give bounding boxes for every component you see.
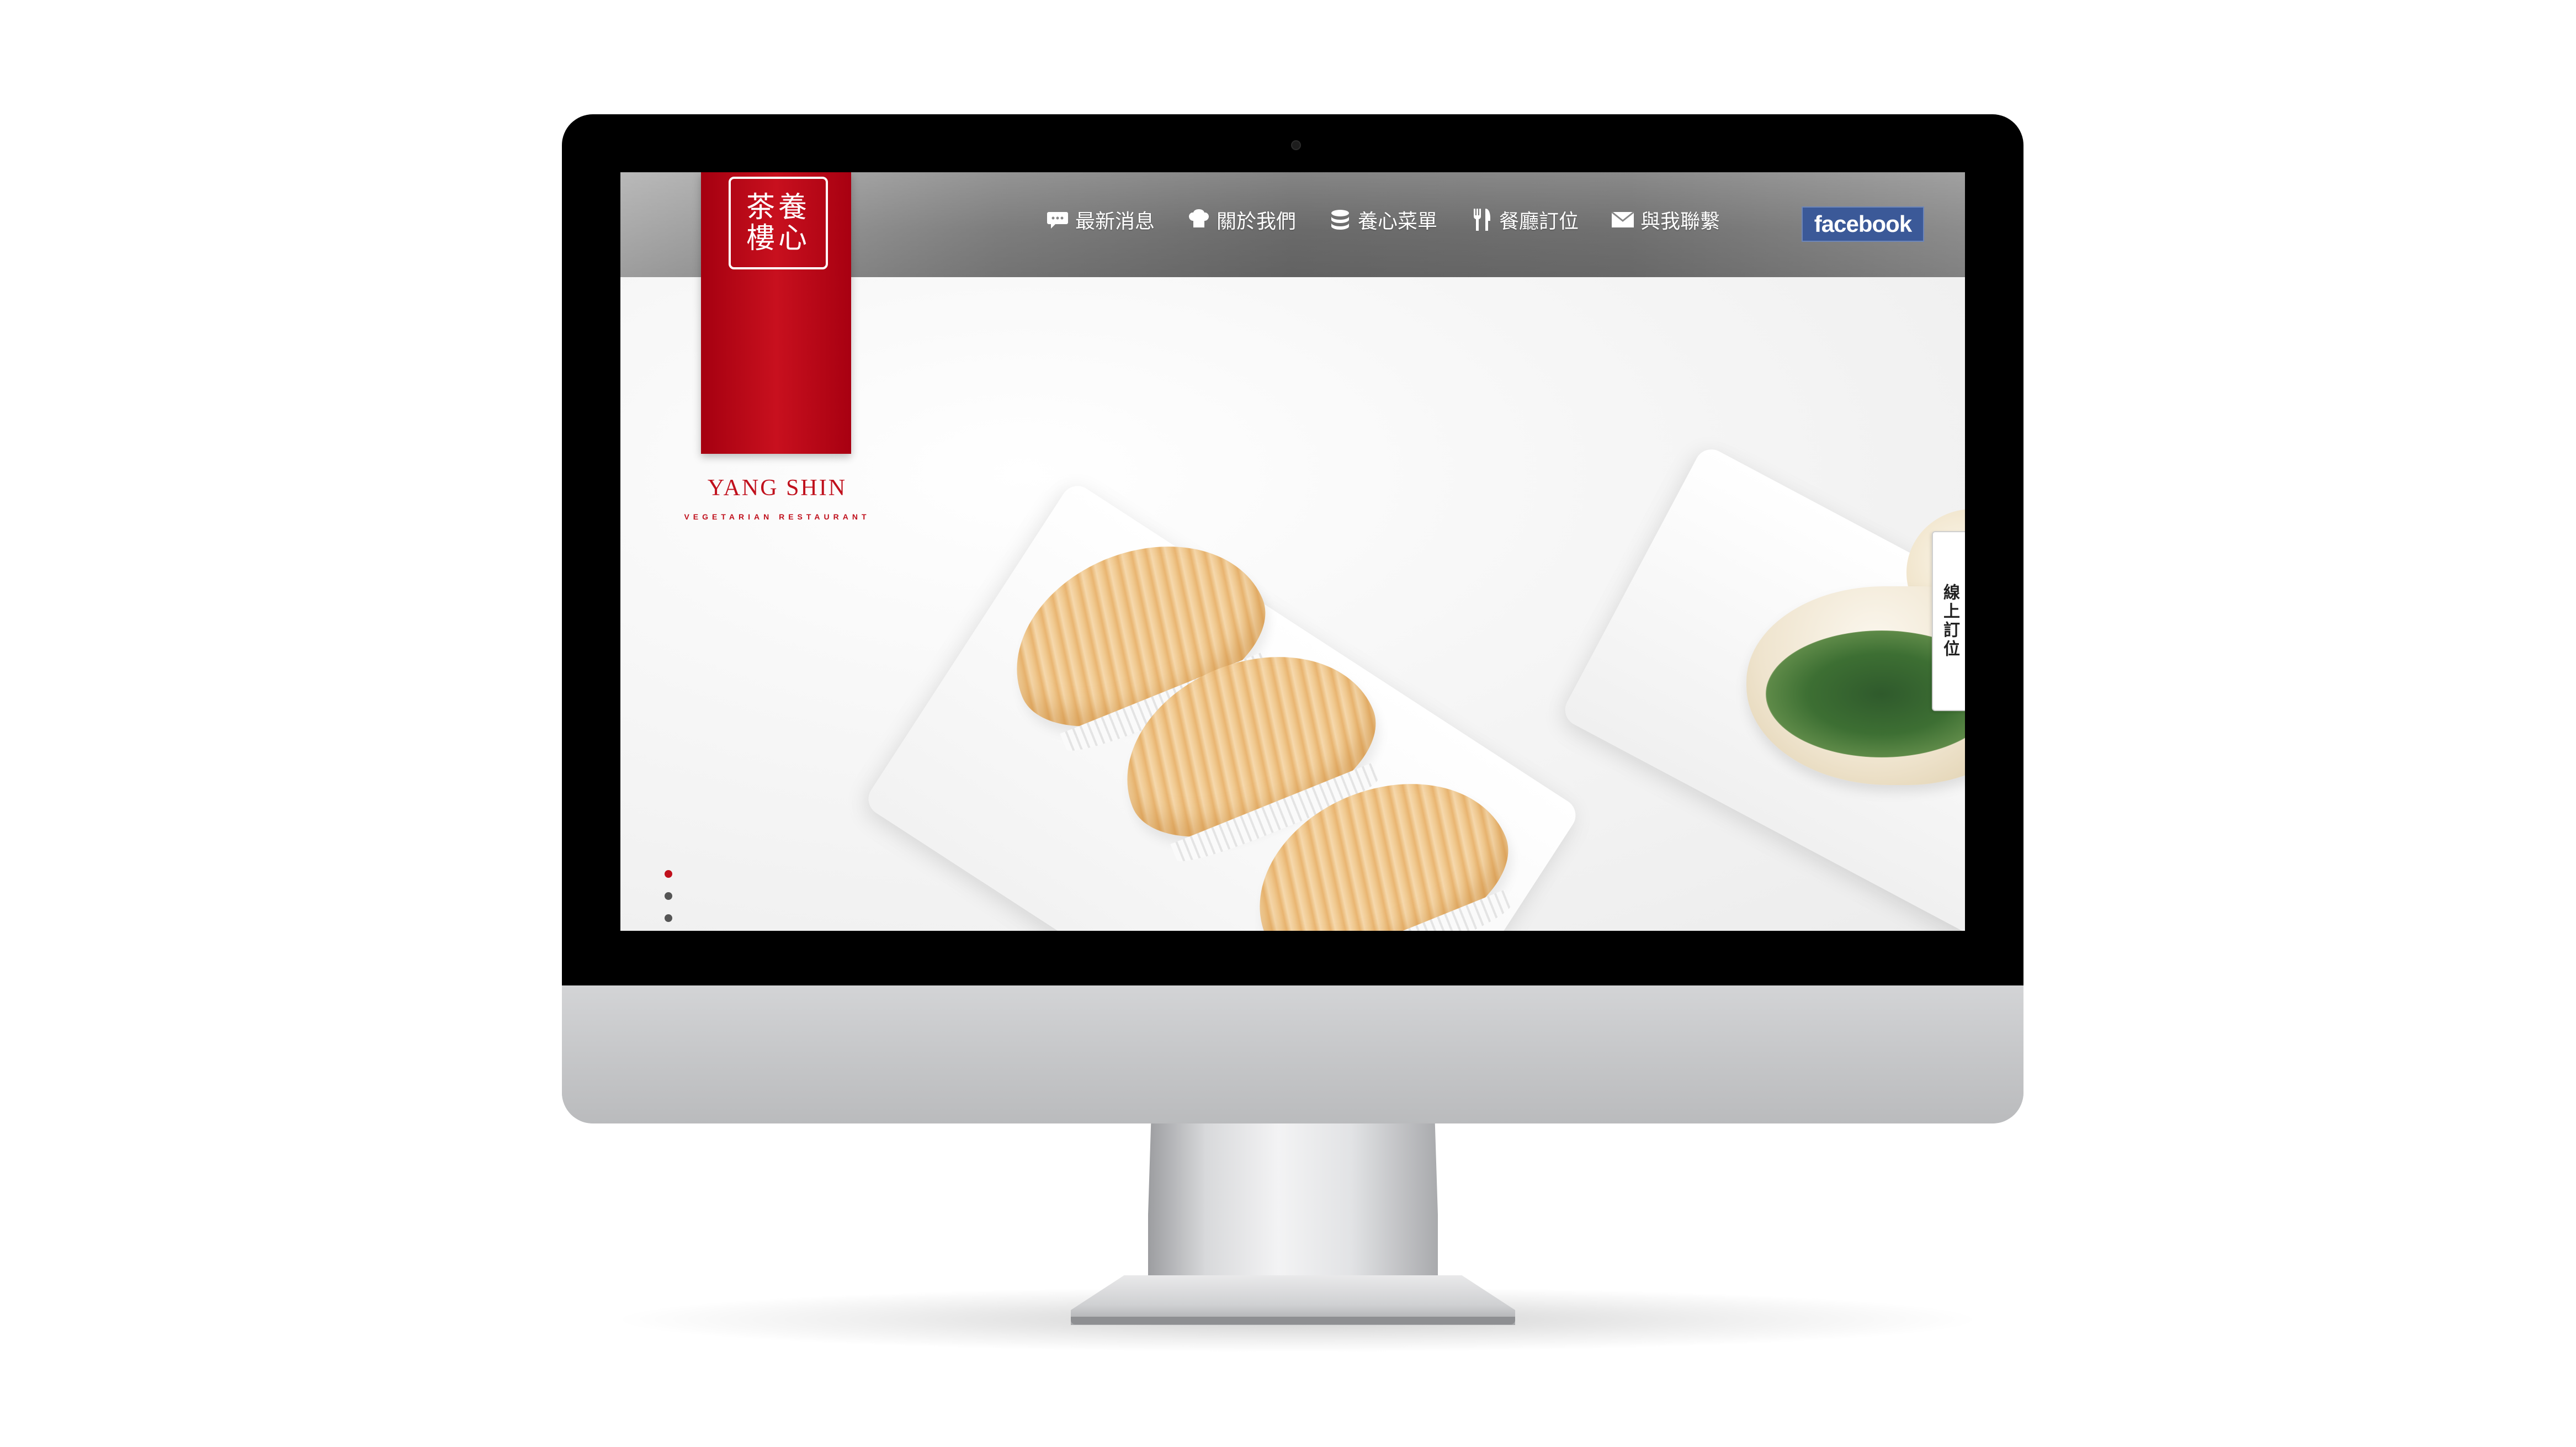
chef-hat-icon bbox=[1187, 208, 1211, 232]
envelope-icon bbox=[1611, 208, 1635, 232]
nav-item-menu[interactable]: 養心菜單 bbox=[1328, 205, 1437, 234]
online-booking-label: 線上訂位 bbox=[1940, 584, 1959, 659]
brand-subtitle: VEGETARIAN RESTAURANT bbox=[684, 512, 870, 521]
slider-dot[interactable] bbox=[665, 914, 672, 922]
nav-label: 養心菜單 bbox=[1358, 210, 1438, 233]
monitor-chin bbox=[562, 985, 2023, 1123]
monitor-stand-edge bbox=[1071, 1317, 1515, 1324]
slider-dot[interactable] bbox=[665, 870, 672, 878]
monitor-stand-neck bbox=[1148, 1123, 1438, 1289]
slider-dots bbox=[665, 870, 676, 931]
nav-item-reservation[interactable]: 餐廳訂位 bbox=[1469, 205, 1579, 234]
nav-item-news[interactable]: 最新消息 bbox=[1045, 205, 1155, 234]
facebook-button[interactable]: facebook bbox=[1802, 206, 1924, 242]
online-booking-tab[interactable]: 線上訂位 bbox=[1932, 531, 1965, 711]
nav-label: 餐廳訂位 bbox=[1499, 210, 1579, 233]
speech-bubble-icon bbox=[1045, 208, 1070, 232]
screen: 茶養樓心 YANG SHIN VEGETARIAN RESTAURANT 最新消… bbox=[620, 172, 1965, 931]
facebook-label: facebook bbox=[1814, 211, 1912, 237]
slider-dot[interactable] bbox=[665, 892, 672, 900]
fork-knife-icon bbox=[1469, 208, 1494, 232]
webcam-icon bbox=[1291, 140, 1301, 150]
brand-name: YANG SHIN bbox=[707, 475, 847, 501]
nav-label: 與我聯繫 bbox=[1640, 210, 1720, 233]
main-nav: 最新消息 關於我們 養心菜單 餐廳訂位 與我聯繫 bbox=[1045, 203, 1752, 236]
nav-label: 關於我們 bbox=[1217, 210, 1297, 233]
menu-stack-icon bbox=[1328, 208, 1352, 232]
nav-item-contact[interactable]: 與我聯繫 bbox=[1611, 205, 1720, 234]
logo-seal[interactable]: 茶養樓心 bbox=[729, 177, 828, 269]
nav-label: 最新消息 bbox=[1075, 210, 1155, 233]
logo-glyphs: 茶養樓心 bbox=[746, 191, 810, 255]
nav-item-about[interactable]: 關於我們 bbox=[1187, 205, 1296, 234]
